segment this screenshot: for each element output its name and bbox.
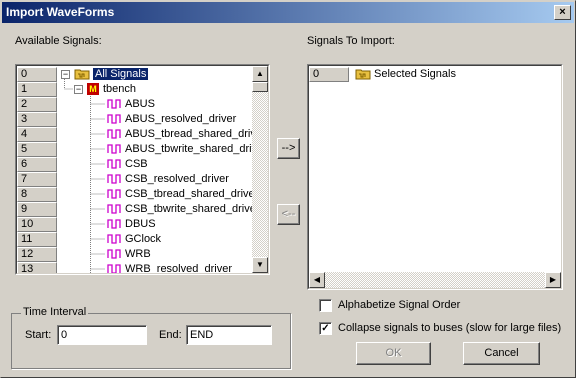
start-label: Start: [25, 329, 52, 341]
signal-item[interactable]: CSB_resolved_driver [107, 172, 229, 187]
waveform-icon [107, 264, 121, 273]
collapse-icon[interactable]: − [61, 69, 70, 79]
row-number: 5 [17, 142, 57, 157]
signal-label: CSB_tbwrite_shared_drive [125, 203, 256, 215]
title-bar: Import WaveForms × [2, 2, 574, 23]
close-button[interactable]: × [554, 5, 571, 20]
available-signals-list[interactable]: 0 1 2 3 4 5 6 7 8 9 10 11 12 13− All Signals − Mtbench AB… [15, 64, 270, 275]
signal-item[interactable]: ABUS [107, 97, 155, 112]
row-number: 2 [17, 97, 57, 112]
signal-label: DBUS [125, 218, 156, 230]
signal-label: CSB_resolved_driver [125, 173, 229, 185]
signal-label: WRB_resolved_driver [125, 263, 232, 274]
waveform-icon [107, 234, 121, 244]
module-icon: M [87, 83, 99, 96]
signal-item[interactable]: WRB_resolved_driver [107, 262, 232, 274]
time-interval-title: Time Interval [21, 306, 89, 318]
row-number: 12 [17, 247, 57, 262]
scroll-left-button[interactable]: ◀ [309, 272, 325, 288]
scroll-right-button[interactable]: ▶ [545, 272, 561, 288]
signal-item[interactable]: CSB_tbwrite_shared_drive [107, 202, 256, 217]
waveform-icon [107, 249, 121, 259]
signal-label: CSB_tbread_shared_drive [125, 188, 255, 200]
signal-label: ABUS_resolved_driver [125, 113, 237, 125]
all-signals-label: All Signals [93, 68, 149, 80]
row-number: 9 [17, 202, 57, 217]
all-signals-node[interactable]: − All Signals [61, 67, 149, 82]
row-number: 13 [17, 262, 57, 273]
signal-item[interactable]: ABUS_resolved_driver [107, 112, 236, 127]
row-number: 11 [17, 232, 57, 247]
signals-to-import-label: Signals To Import: [307, 35, 395, 47]
available-vertical-scrollbar[interactable]: ▲ ▼ [252, 66, 268, 273]
selected-signals-label: Selected Signals [374, 68, 456, 80]
signal-label: CSB [125, 158, 148, 170]
signals-to-import-viewport: 0 Selected Signals [308, 65, 562, 289]
waveform-icon [107, 204, 121, 214]
cancel-button[interactable]: Cancel [463, 342, 540, 365]
row-number: 4 [17, 127, 57, 142]
folder-icon [355, 69, 371, 80]
collapse-icon[interactable]: − [74, 84, 83, 94]
import-row-number: 0 [309, 67, 349, 82]
row-number: 8 [17, 187, 57, 202]
scroll-up-button[interactable]: ▲ [252, 66, 268, 82]
signal-label: ABUS [125, 98, 155, 110]
scroll-down-button[interactable]: ▼ [252, 257, 268, 273]
signal-item[interactable]: WRB [107, 247, 151, 262]
alphabetize-label[interactable]: Alphabetize Signal Order [338, 299, 460, 311]
folder-icon [74, 69, 90, 80]
signal-item[interactable]: DBUS [107, 217, 156, 232]
tbench-label: tbench [103, 83, 137, 95]
remove-signal-button[interactable]: <-- [277, 204, 300, 225]
window-title: Import WaveForms [6, 5, 115, 19]
row-number: 6 [17, 157, 57, 172]
signal-item[interactable]: ABUS_tbwrite_shared_driv [107, 142, 257, 157]
import-horizontal-scrollbar[interactable]: ◀ ▶ [309, 272, 561, 288]
row-number: 10 [17, 217, 57, 232]
waveform-icon [107, 159, 121, 169]
collapse-checkbox[interactable]: ✓ [319, 322, 332, 335]
signal-label: ABUS_tbwrite_shared_driv [125, 143, 258, 155]
collapse-label[interactable]: Collapse signals to buses (slow for larg… [338, 322, 561, 334]
waveform-icon [107, 129, 121, 139]
row-number: 1 [17, 82, 57, 97]
tbench-node[interactable]: − Mtbench [74, 82, 136, 97]
signals-to-import-list[interactable]: 0 Selected Signals ◀ ▶ [307, 64, 563, 290]
signal-item[interactable]: GClock [107, 232, 161, 247]
waveform-icon [107, 114, 121, 124]
start-input[interactable] [57, 325, 147, 345]
available-signals-label: Available Signals: [15, 35, 102, 47]
ok-button[interactable]: OK [356, 342, 431, 365]
row-number: 7 [17, 172, 57, 187]
available-signals-viewport: 0 1 2 3 4 5 6 7 8 9 10 11 12 13− All Signals − Mtbench AB… [16, 65, 269, 274]
signal-item[interactable]: CSB_tbread_shared_drive [107, 187, 255, 202]
import-waveforms-dialog: Import WaveForms × Available Signals: Si… [0, 0, 576, 378]
signal-label: GClock [125, 233, 162, 245]
signal-label: WRB [125, 248, 151, 260]
scroll-thumb[interactable] [252, 82, 268, 92]
signal-label: ABUS_tbread_shared_driv [125, 128, 256, 140]
alphabetize-checkbox[interactable] [319, 299, 332, 312]
waveform-icon [107, 174, 121, 184]
row-number: 3 [17, 112, 57, 127]
waveform-icon [107, 219, 121, 229]
add-signal-button[interactable]: --> [277, 138, 300, 159]
end-label: End: [159, 329, 182, 341]
end-input[interactable] [186, 325, 272, 345]
signal-item[interactable]: ABUS_tbread_shared_driv [107, 127, 256, 142]
waveform-icon [107, 189, 121, 199]
selected-signals-node[interactable]: Selected Signals [355, 67, 456, 82]
signal-item[interactable]: CSB [107, 157, 148, 172]
waveform-icon [107, 144, 121, 154]
waveform-icon [107, 99, 121, 109]
row-number: 0 [17, 67, 57, 82]
